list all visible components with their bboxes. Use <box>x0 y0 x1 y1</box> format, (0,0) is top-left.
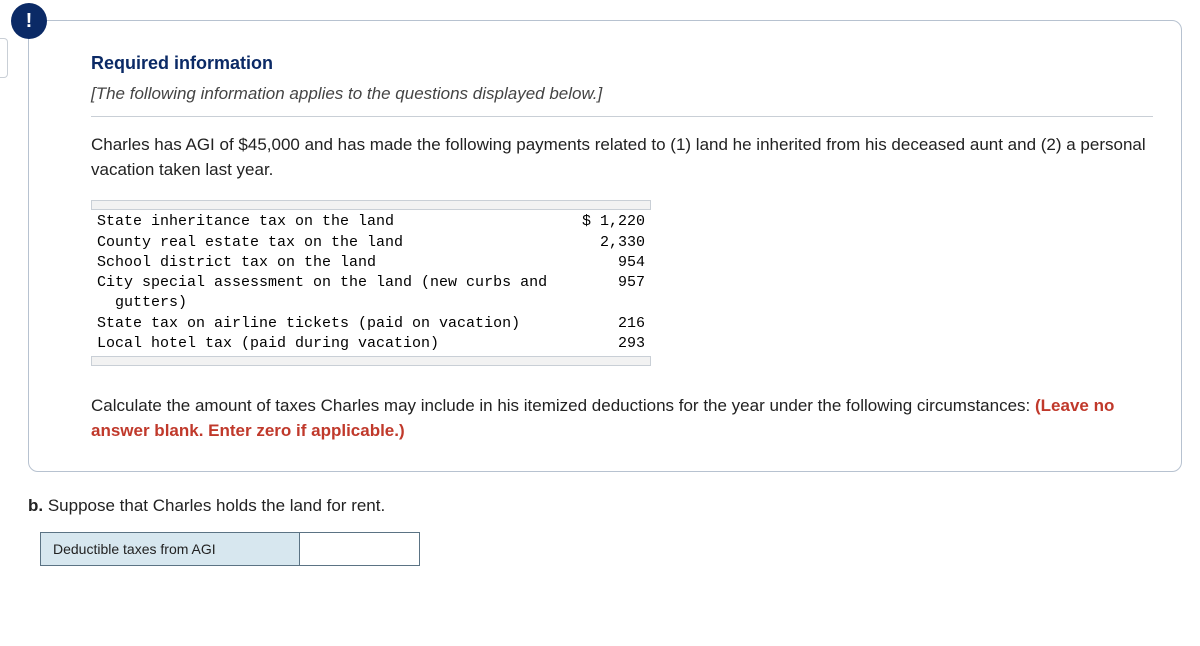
answer-row: Deductible taxes from AGI <box>40 532 1182 566</box>
left-tab-stub <box>0 38 8 78</box>
table-row: State tax on airline tickets (paid on va… <box>97 314 645 334</box>
row-amount: 957 <box>555 273 645 314</box>
alert-symbol: ! <box>26 10 33 33</box>
table-row: City special assessment on the land (new… <box>97 273 645 314</box>
row-amount: 216 <box>555 314 645 334</box>
row-label: School district tax on the land <box>97 253 555 273</box>
table-top-bar <box>91 200 651 210</box>
row-label: County real estate tax on the land <box>97 233 555 253</box>
applies-note: [The following information applies to th… <box>91 84 1153 117</box>
intro-text: Charles has AGI of $45,000 and has made … <box>91 133 1153 182</box>
table-row: County real estate tax on the land 2,330 <box>97 233 645 253</box>
row-amount: 293 <box>555 334 645 354</box>
calc-prefix: Calculate the amount of taxes Charles ma… <box>91 396 1035 415</box>
row-label: Local hotel tax (paid during vacation) <box>97 334 555 354</box>
calc-instruction: Calculate the amount of taxes Charles ma… <box>91 394 1153 443</box>
table-row: School district tax on the land 954 <box>97 253 645 273</box>
table-row: State inheritance tax on the land $ 1,22… <box>97 212 645 232</box>
part-b-label: b. <box>28 496 43 515</box>
answer-label: Deductible taxes from AGI <box>40 532 300 566</box>
required-title: Required information <box>91 53 1153 74</box>
part-b-prompt: b. Suppose that Charles holds the land f… <box>28 496 1182 516</box>
row-amount: 2,330 <box>555 233 645 253</box>
info-card: ! Required information [The following in… <box>28 20 1182 472</box>
row-label: State inheritance tax on the land <box>97 212 555 232</box>
row-amount: $ 1,220 <box>555 212 645 232</box>
deductible-taxes-input[interactable] <box>300 532 420 566</box>
row-label: City special assessment on the land (new… <box>97 273 555 314</box>
table-row: Local hotel tax (paid during vacation) 2… <box>97 334 645 354</box>
alert-icon: ! <box>11 3 47 39</box>
row-label: State tax on airline tickets (paid on va… <box>97 314 555 334</box>
payments-table: State inheritance tax on the land $ 1,22… <box>91 200 651 366</box>
row-amount: 954 <box>555 253 645 273</box>
table-bottom-bar <box>91 356 651 366</box>
part-b-text: Suppose that Charles holds the land for … <box>43 496 385 515</box>
table-rows: State inheritance tax on the land $ 1,22… <box>91 210 651 356</box>
